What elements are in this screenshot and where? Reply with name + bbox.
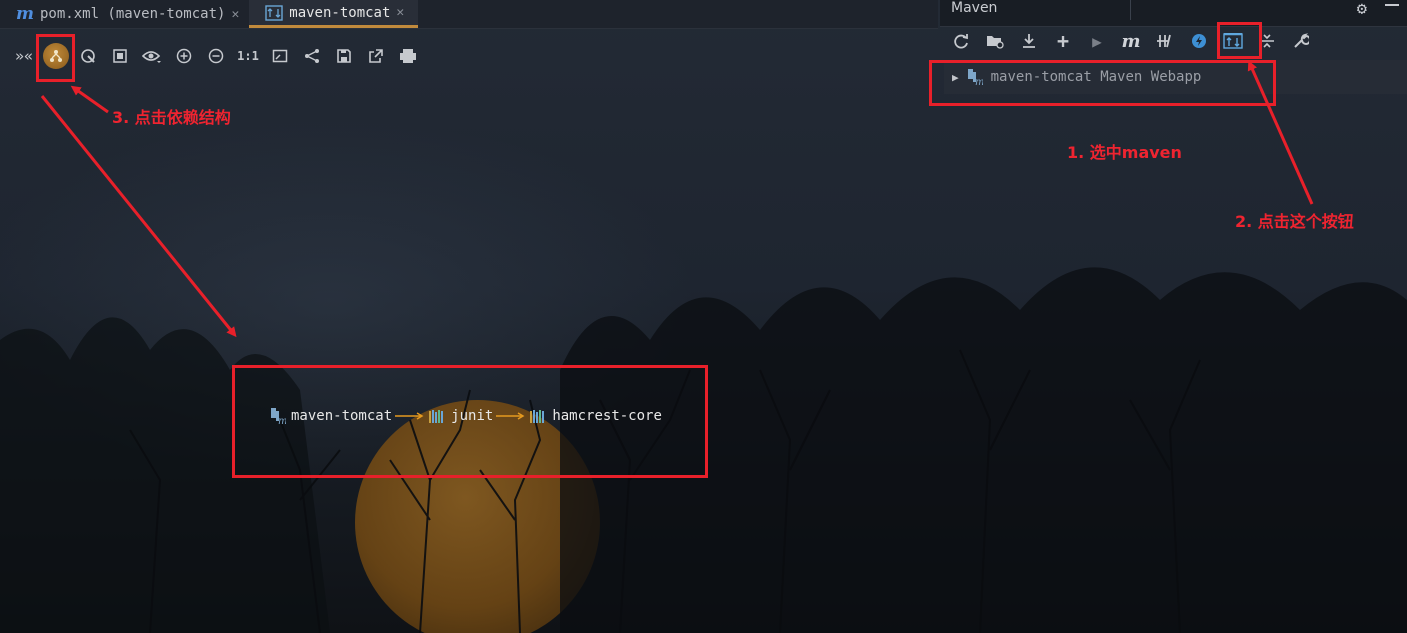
tab-label: pom.xml (maven-tomcat) [40, 6, 226, 22]
fit-icon[interactable] [264, 42, 296, 70]
reload-icon[interactable] [944, 29, 978, 53]
close-icon[interactable]: ✕ [396, 5, 404, 20]
zoom-out-icon[interactable] [200, 42, 232, 70]
visibility-icon[interactable] [136, 42, 168, 70]
annotation-box-dependency-structure [36, 34, 75, 82]
gear-icon[interactable]: ⚙ [1357, 0, 1367, 19]
annotation-box-diagram [232, 365, 708, 478]
annotation-step2: 2. 点击这个按钮 [1235, 212, 1354, 231]
maven-goal-icon: m [1121, 30, 1141, 52]
zoom-in-icon[interactable] [168, 42, 200, 70]
offline-icon[interactable] [1182, 29, 1216, 53]
diagram-icon [265, 4, 283, 21]
annotation-step3: 3. 点击依赖结构 [112, 108, 231, 127]
divider [1130, 0, 1131, 20]
annotation-box-show-dependencies [1217, 22, 1262, 59]
maven-m-icon: m [16, 4, 34, 24]
skip-tests-icon[interactable] [1148, 29, 1182, 53]
fit-content-icon[interactable] [104, 42, 136, 70]
plus-icon[interactable]: + [1046, 29, 1080, 53]
editor-tab-bar: m pom.xml (maven-tomcat) ✕ maven-tomcat … [0, 0, 938, 29]
annotation-box-maven-project [929, 60, 1276, 106]
tab-maven-tomcat-diagram[interactable]: maven-tomcat ✕ [249, 0, 419, 28]
close-icon[interactable]: ✕ [231, 7, 239, 22]
tab-label: maven-tomcat [289, 4, 391, 21]
maven-toolbar: + ▶ m [944, 28, 1407, 54]
download-icon[interactable] [1012, 29, 1046, 53]
maven-panel-title: Maven [951, 0, 998, 16]
diagram-toolbar: »« 1:1 [8, 40, 478, 72]
maven-panel-header: Maven ⚙ [940, 0, 1407, 27]
add-project-icon[interactable] [978, 29, 1012, 53]
run-icon[interactable]: ▶ [1080, 29, 1114, 53]
annotation-step1: 1. 选中maven [1067, 143, 1182, 162]
maven-goal-button[interactable]: m [1114, 29, 1148, 53]
export-icon[interactable] [360, 42, 392, 70]
actual-size-button[interactable]: 1:1 [232, 42, 264, 70]
print-icon[interactable] [392, 42, 424, 70]
tab-pom-xml[interactable]: m pom.xml (maven-tomcat) ✕ [0, 0, 249, 28]
settings-wrench-icon[interactable] [1284, 29, 1318, 53]
navigate-icon[interactable] [72, 42, 104, 70]
minimize-icon[interactable] [1385, 4, 1399, 6]
save-icon[interactable] [328, 42, 360, 70]
layout-icon[interactable] [296, 42, 328, 70]
